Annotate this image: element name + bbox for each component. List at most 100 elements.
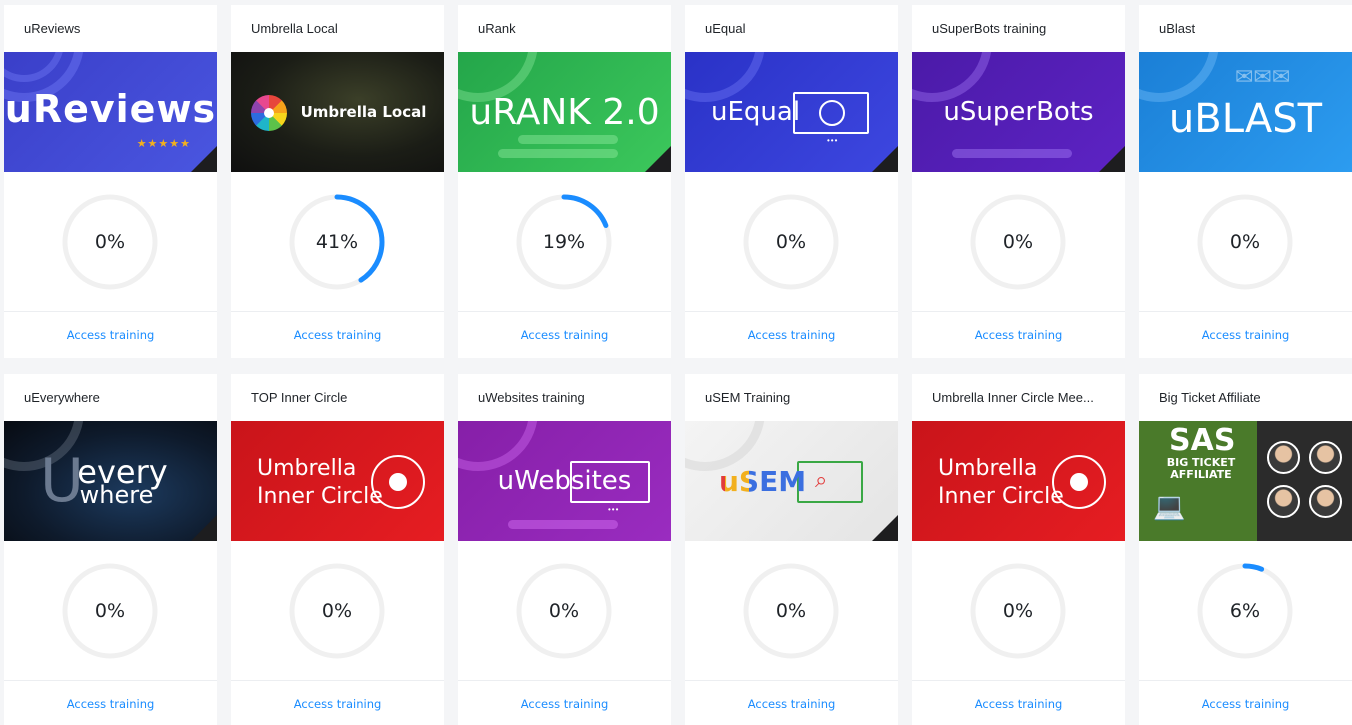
progress-ring: 0%: [287, 561, 387, 661]
access-training-link[interactable]: Access training: [231, 681, 444, 725]
progress-ring: 0%: [514, 561, 614, 661]
course-thumbnail[interactable]: Umbrella Inner Circle: [912, 421, 1125, 541]
progress-percent: 0%: [1002, 600, 1034, 622]
presenter-avatar: [1267, 485, 1300, 518]
course-card-uequal: uEqual ••• uEqual 0% Access training: [685, 5, 898, 358]
course-card-umbrella-inner-circle-meetings: Umbrella Inner Circle Mee... Umbrella In…: [912, 374, 1125, 725]
progress-percent: 0%: [775, 231, 807, 253]
course-title: uSEM Training: [705, 390, 791, 405]
thumbnail-corner: [191, 515, 217, 541]
course-card-big-ticket-affiliate: Big Ticket Affiliate SAS BIG TICKET AFFI…: [1139, 374, 1352, 725]
course-card-ureviews: uReviews uReviews ★★★★★ 0% Access traini…: [4, 5, 217, 358]
thumbnail-logo-text: uReviews: [4, 87, 217, 131]
course-thumbnail[interactable]: U every where: [4, 421, 217, 541]
thumbnail-corner: [872, 515, 898, 541]
access-training-link[interactable]: Access training: [231, 312, 444, 358]
progress-area: 0%: [231, 541, 444, 680]
progress-percent: 6%: [1229, 600, 1261, 622]
course-thumbnail[interactable]: uRANK 2.0: [458, 52, 671, 172]
thumbnail-corner: [1099, 146, 1125, 172]
thumbnail-logo-text: uRANK 2.0: [469, 91, 660, 133]
rating-stars-icon: ★★★★★: [136, 138, 191, 150]
access-training-link[interactable]: Access training: [685, 312, 898, 358]
access-training-link[interactable]: Access training: [458, 681, 671, 725]
progress-ring: 0%: [968, 192, 1068, 292]
progress-ring: 0%: [968, 561, 1068, 661]
thumbnail-logo-text: uEqual: [711, 97, 801, 127]
thumbnail-corner: [645, 146, 671, 172]
progress-area: 0%: [912, 541, 1125, 680]
progress-area: 0%: [458, 541, 671, 680]
course-thumbnail[interactable]: ✉✉✉ uBLAST: [1139, 52, 1352, 172]
access-training-link[interactable]: Access training: [1139, 681, 1352, 725]
access-training-link[interactable]: Access training: [912, 312, 1125, 358]
progress-ring: 41%: [287, 192, 387, 292]
presenter-avatar: [1309, 441, 1342, 474]
access-training-link[interactable]: Access training: [912, 681, 1125, 725]
progress-ring: 0%: [60, 192, 160, 292]
course-thumbnail[interactable]: ••• uEqual: [685, 52, 898, 172]
course-thumbnail[interactable]: Umbrella Inner Circle: [231, 421, 444, 541]
progress-ring: 0%: [60, 561, 160, 661]
presenter-avatar: [1267, 441, 1300, 474]
progress-area: 6%: [1139, 541, 1352, 680]
progress-area: 41%: [231, 172, 444, 311]
course-title: uSuperBots training: [932, 21, 1047, 36]
presenter-avatar: [1309, 485, 1342, 518]
course-card-urank: uRank uRANK 2.0 19% Access training: [458, 5, 671, 358]
progress-area: 0%: [685, 541, 898, 680]
thumbnail-logo-text: uSEM: [685, 421, 898, 541]
course-title: uRank: [478, 21, 516, 36]
course-title: Umbrella Local: [251, 21, 338, 36]
training-grid: uReviews uReviews ★★★★★ 0% Access traini…: [4, 5, 1352, 725]
thumbnail-logo-text: uWebsites: [497, 466, 632, 496]
course-thumbnail[interactable]: SAS BIG TICKET AFFILIATE 💻: [1139, 421, 1352, 541]
course-thumbnail[interactable]: ⌕ uSEM: [685, 421, 898, 541]
progress-percent: 0%: [94, 231, 126, 253]
progress-percent: 19%: [542, 231, 586, 253]
course-card-umbrella-local: Umbrella Local Umbrella Local 41% Access…: [231, 5, 444, 358]
thumbnail-logo-subtext: where: [79, 481, 154, 509]
course-thumbnail[interactable]: uSuperBots: [912, 52, 1125, 172]
progress-percent: 0%: [548, 600, 580, 622]
access-training-link[interactable]: Access training: [685, 681, 898, 725]
laptop-money-icon: 💻: [1153, 491, 1186, 521]
progress-area: 0%: [4, 172, 217, 311]
course-title: Big Ticket Affiliate: [1159, 390, 1261, 405]
thumbnail-corner: [191, 146, 217, 172]
progress-percent: 0%: [1002, 231, 1034, 253]
access-training-link[interactable]: Access training: [458, 312, 671, 358]
progress-percent: 0%: [94, 600, 126, 622]
access-training-link[interactable]: Access training: [4, 312, 217, 358]
progress-ring: 6%: [1195, 561, 1295, 661]
course-title: TOP Inner Circle: [251, 390, 348, 405]
access-training-link[interactable]: Access training: [4, 681, 217, 725]
course-title: uWebsites training: [478, 390, 585, 405]
course-title: uReviews: [24, 21, 81, 36]
thumbnail-logo-text: uBLAST: [1168, 96, 1323, 142]
progress-ring: 0%: [741, 192, 841, 292]
progress-percent: 41%: [315, 231, 359, 253]
thumbnail-logo-subtext: Inner Circle: [257, 483, 383, 509]
course-card-ueverywhere: uEverywhere U every where 0% Access trai…: [4, 374, 217, 725]
course-title: uEqual: [705, 21, 746, 36]
progress-percent: 0%: [775, 600, 807, 622]
course-thumbnail[interactable]: Umbrella Local: [231, 52, 444, 172]
course-card-usuperbots: uSuperBots training uSuperBots 0% Access…: [912, 5, 1125, 358]
thumbnail-logo-text: Umbrella Local: [300, 103, 427, 121]
thumbnail-logo-subtext: BIG TICKET AFFILIATE: [1166, 456, 1236, 481]
progress-area: 0%: [685, 172, 898, 311]
thumbnail-corner: [872, 146, 898, 172]
course-title: uBlast: [1159, 21, 1196, 36]
course-title: Umbrella Inner Circle Mee...: [932, 390, 1094, 405]
thumbnail-logo-text: uSuperBots: [943, 97, 1094, 127]
course-title: uEverywhere: [24, 390, 100, 405]
progress-ring: 0%: [741, 561, 841, 661]
progress-ring: 19%: [514, 192, 614, 292]
course-thumbnail[interactable]: ••• uWebsites: [458, 421, 671, 541]
thumbnail-logo-subtext: Inner Circle: [938, 483, 1064, 509]
progress-area: 0%: [1139, 172, 1352, 311]
course-card-ublast: uBlast ✉✉✉ uBLAST 0% Access training: [1139, 5, 1352, 358]
access-training-link[interactable]: Access training: [1139, 312, 1352, 358]
course-thumbnail[interactable]: uReviews ★★★★★: [4, 52, 217, 172]
